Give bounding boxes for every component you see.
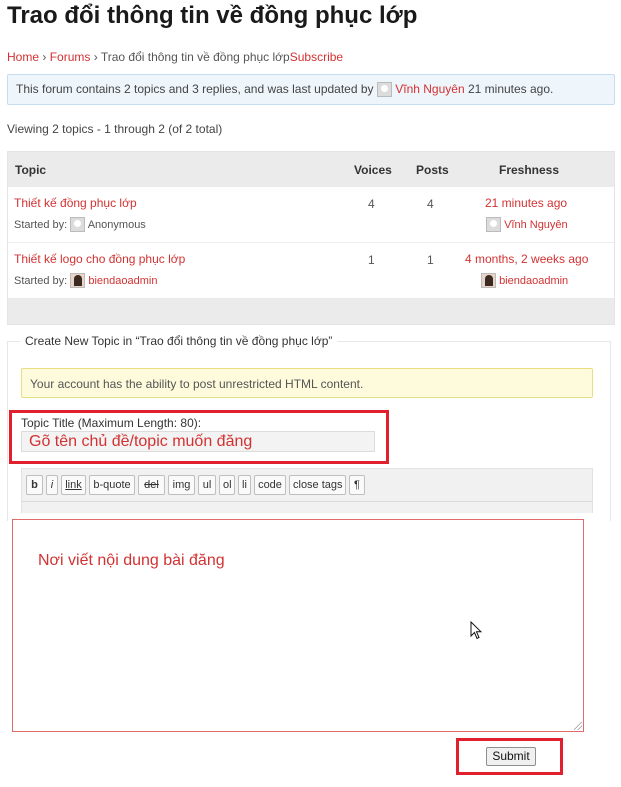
last-updated-time: 21 minutes ago. (467, 82, 554, 96)
code-button[interactable]: code (254, 475, 286, 495)
avatar[interactable] (481, 273, 496, 288)
topic-title-input[interactable]: Gõ tên chủ đề/topic muốn đăng (21, 431, 375, 452)
freshness-link[interactable]: 21 minutes ago (485, 196, 567, 210)
table-header: Topic Voices Posts Freshness (8, 152, 614, 187)
started-by: Started by: Anonymous (14, 217, 146, 232)
close-tags-button[interactable]: close tags (289, 475, 346, 495)
voices-count: 1 (368, 253, 375, 267)
page-title: Trao đổi thông tin về đồng phục lớp (7, 2, 418, 29)
table-footer (8, 298, 614, 324)
mouse-cursor-icon (470, 621, 482, 640)
new-topic-legend: Create New Topic in “Trao đổi thông tin … (20, 334, 338, 348)
header-topic: Topic (15, 163, 47, 177)
voices-count: 4 (368, 197, 375, 211)
avatar[interactable] (70, 217, 86, 232)
posts-count: 1 (427, 253, 434, 267)
breadcrumb-separator: › (93, 50, 98, 64)
breadcrumb-current: Trao đổi thông tin về đồng phục lớp (100, 50, 290, 64)
topic-content-textarea[interactable]: Nơi viết nội dung bài đăng (12, 519, 584, 732)
breadcrumb-home-link[interactable]: Home (7, 50, 39, 64)
delete-button[interactable]: del (138, 475, 165, 495)
topic-title-link[interactable]: Thiết kế đồng phục lớp (14, 196, 137, 210)
avatar[interactable] (486, 217, 501, 232)
ordered-list-button[interactable]: ol (219, 475, 235, 495)
author-name: Anonymous (87, 219, 146, 231)
html-notice: Your account has the ability to post unr… (21, 368, 593, 398)
breadcrumb-forums-link[interactable]: Forums (50, 50, 91, 64)
submit-button[interactable]: Submit (486, 747, 536, 766)
freshness-user: biendaoadmin (481, 273, 568, 288)
topic-title-label: Topic Title (Maximum Length: 80): (21, 416, 202, 430)
freshness-user-link[interactable]: biendaoadmin (499, 275, 568, 287)
subscribe-link[interactable]: Subscribe (290, 50, 343, 64)
header-posts: Posts (416, 163, 449, 177)
freshness-user-link[interactable]: Vĩnh Nguyên (504, 219, 568, 231)
blockquote-button[interactable]: b-quote (89, 475, 135, 495)
freshness-link[interactable]: 4 months, 2 weeks ago (465, 252, 588, 266)
started-by-label: Started by: (14, 219, 68, 231)
unordered-list-button[interactable]: ul (198, 475, 216, 495)
forum-info-text: This forum contains 2 topics and 3 repli… (16, 82, 374, 96)
started-by-label: Started by: (14, 275, 68, 287)
freshness-user: Vĩnh Nguyên (486, 217, 568, 232)
author-link[interactable]: biendaoadmin (88, 275, 157, 287)
topic-title-link[interactable]: Thiết kế logo cho đồng phục lớp (14, 252, 185, 266)
avatar[interactable] (376, 82, 392, 97)
posts-count: 4 (427, 197, 434, 211)
image-button[interactable]: img (168, 475, 195, 495)
editor-placeholder-text: Nơi viết nội dung bài đăng (38, 552, 225, 569)
editor-toolbar: b i link b-quote del img ul ol li code c… (21, 468, 593, 513)
avatar[interactable] (70, 273, 86, 288)
started-by: Started by: biendaoadmin (14, 273, 157, 288)
table-row: Thiết kế đồng phục lớp Started by: Anony… (8, 187, 614, 243)
pagination-count: Viewing 2 topics - 1 through 2 (of 2 tot… (7, 122, 223, 136)
header-freshness: Freshness (499, 163, 560, 177)
last-user-link[interactable]: Vĩnh Nguyên (395, 82, 464, 96)
topics-table: Topic Voices Posts Freshness Thiết kế đồ… (7, 151, 615, 325)
header-voices: Voices (354, 163, 392, 177)
list-item-button[interactable]: li (238, 475, 251, 495)
italic-button[interactable]: i (46, 475, 58, 495)
toolbar-divider (22, 501, 592, 502)
paragraph-button[interactable]: ¶ (349, 475, 365, 495)
table-row: Thiết kế logo cho đồng phục lớp Started … (8, 243, 614, 299)
bold-button[interactable]: b (26, 475, 43, 495)
breadcrumb-separator: › (42, 50, 47, 64)
resize-grip-icon[interactable] (574, 722, 582, 730)
breadcrumb: Home › Forums › Trao đổi thông tin về đồ… (7, 50, 343, 64)
forum-info-box: This forum contains 2 topics and 3 repli… (7, 74, 615, 105)
link-button[interactable]: link (61, 475, 86, 495)
